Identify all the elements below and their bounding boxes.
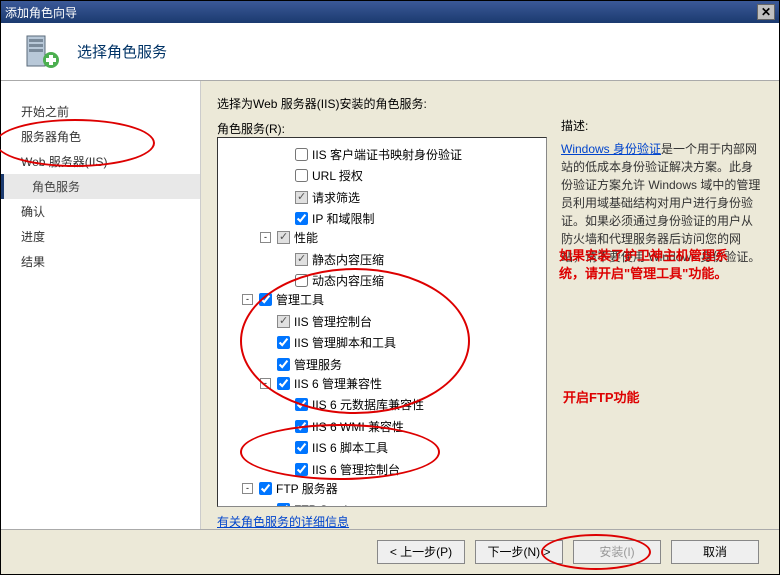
tree-item-8[interactable]: IIS 管理控制台: [260, 313, 372, 330]
tree-label: IIS 6 管理兼容性: [294, 375, 382, 392]
tree-label: 静态内容压缩: [312, 251, 384, 268]
tree-checkbox[interactable]: [295, 441, 308, 454]
cancel-button[interactable]: 取消: [671, 540, 759, 564]
tree-checkbox[interactable]: [277, 358, 290, 371]
more-info-link[interactable]: 有关角色服务的详细信息: [217, 513, 349, 530]
description-link[interactable]: Windows 身份验证: [561, 142, 661, 156]
tree-item-13[interactable]: IIS 6 WMI 兼容性: [278, 418, 404, 435]
tree-item-12[interactable]: IIS 6 元数据库兼容性: [278, 396, 424, 413]
sidebar-item-5[interactable]: 进度: [1, 224, 200, 249]
tree-checkbox[interactable]: [295, 212, 308, 225]
tree-label: IP 和域限制: [312, 210, 374, 227]
tree-checkbox: [277, 315, 290, 328]
tree-checkbox[interactable]: [259, 293, 272, 306]
tree-label: IIS 6 WMI 兼容性: [312, 418, 404, 435]
instruction-text: 选择为Web 服务器(IIS)安装的角色服务:: [217, 95, 763, 112]
footer: < 上一步(P) 下一步(N) > 安装(I) 取消: [1, 529, 779, 573]
body: 开始之前服务器角色Web 服务器(IIS)角色服务确认进度结果 选择为Web 服…: [1, 81, 779, 529]
tree-checkbox[interactable]: [295, 169, 308, 182]
expand-toggle[interactable]: -: [242, 483, 253, 494]
tree-label: URL 授权: [312, 167, 363, 184]
tree-item-10[interactable]: 管理服务: [260, 356, 342, 373]
tree-label: IIS 管理脚本和工具: [294, 334, 396, 351]
annotation-ftp: 开启FTP功能: [563, 389, 640, 407]
tree-label: FTP 服务器: [276, 480, 338, 497]
tree-checkbox: [295, 253, 308, 266]
role-services-tree[interactable]: IIS 客户端证书映射身份验证 URL 授权请求筛选 IP 和域限制 - 性能静态内容压…: [217, 137, 547, 507]
install-button: 安装(I): [573, 540, 661, 564]
tree-label: FTP Service: [294, 503, 360, 508]
expand-toggle[interactable]: -: [260, 232, 271, 243]
tree-checkbox: [295, 191, 308, 204]
tree-label: 性能: [294, 229, 318, 246]
tree-item-14[interactable]: IIS 6 脚本工具: [278, 439, 388, 456]
tree-item-4[interactable]: - 性能: [260, 229, 318, 246]
prev-button[interactable]: < 上一步(P): [377, 540, 465, 564]
tree-item-11[interactable]: - IIS 6 管理兼容性: [260, 375, 382, 392]
tree-item-2[interactable]: 请求筛选: [278, 189, 360, 206]
tree-checkbox[interactable]: [295, 463, 308, 476]
tree-label: IIS 管理控制台: [294, 313, 372, 330]
tree-checkbox[interactable]: [277, 503, 290, 507]
close-button[interactable]: ✕: [757, 4, 775, 20]
next-button[interactable]: 下一步(N) >: [475, 540, 563, 564]
description-title: 描述:: [561, 117, 761, 134]
expand-toggle[interactable]: -: [260, 378, 271, 389]
titlebar: 添加角色向导 ✕: [1, 1, 779, 23]
sidebar-item-3[interactable]: 角色服务: [1, 174, 200, 199]
tree-label: IIS 6 元数据库兼容性: [312, 396, 424, 413]
tree-label: IIS 客户端证书映射身份验证: [312, 146, 462, 163]
tree-label: 管理工具: [276, 291, 324, 308]
tree-label: IIS 6 脚本工具: [312, 439, 388, 456]
tree-checkbox[interactable]: [295, 274, 308, 287]
tree-item-9[interactable]: IIS 管理脚本和工具: [260, 334, 396, 351]
sidebar: 开始之前服务器角色Web 服务器(IIS)角色服务确认进度结果: [1, 81, 201, 529]
tree-label: 请求筛选: [312, 189, 360, 206]
description-text: Windows 身份验证是一个用于内部网站的低成本身份验证解决方案。此身份验证方…: [561, 140, 761, 266]
tree-checkbox[interactable]: [295, 148, 308, 161]
tree-checkbox[interactable]: [259, 482, 272, 495]
description-body: 是一个用于内部网站的低成本身份验证解决方案。此身份验证方案允许 Windows …: [561, 142, 760, 264]
tree-item-16[interactable]: - FTP 服务器: [242, 480, 338, 497]
sidebar-item-2[interactable]: Web 服务器(IIS): [1, 149, 200, 174]
sidebar-item-4[interactable]: 确认: [1, 199, 200, 224]
description-panel: 描述: Windows 身份验证是一个用于内部网站的低成本身份验证解决方案。此身…: [561, 117, 761, 266]
tree-item-1[interactable]: URL 授权: [278, 167, 363, 184]
wizard-window: 添加角色向导 ✕ 选择角色服务 开始之前服务器角色Web 服务器(IIS)角色服…: [0, 0, 780, 575]
tree-label: IIS 6 管理控制台: [312, 461, 400, 478]
tree-checkbox[interactable]: [295, 420, 308, 433]
header: 选择角色服务: [1, 23, 779, 81]
tree-item-3[interactable]: IP 和域限制: [278, 210, 374, 227]
tree-item-5[interactable]: 静态内容压缩: [278, 251, 384, 268]
sidebar-item-1[interactable]: 服务器角色: [1, 124, 200, 149]
tree-checkbox[interactable]: [277, 336, 290, 349]
tree-item-0[interactable]: IIS 客户端证书映射身份验证: [278, 146, 462, 163]
tree-label: 动态内容压缩: [312, 272, 384, 289]
tree-label: 管理服务: [294, 356, 342, 373]
main-panel: 选择为Web 服务器(IIS)安装的角色服务: 角色服务(R): IIS 客户端…: [201, 81, 779, 529]
sidebar-item-0[interactable]: 开始之前: [1, 99, 200, 124]
tree-checkbox[interactable]: [277, 377, 290, 390]
tree-checkbox: [277, 231, 290, 244]
tree-item-15[interactable]: IIS 6 管理控制台: [278, 461, 400, 478]
sidebar-item-6[interactable]: 结果: [1, 249, 200, 274]
page-title: 选择角色服务: [77, 41, 167, 62]
tree-item-7[interactable]: - 管理工具: [242, 291, 324, 308]
tree-item-6[interactable]: 动态内容压缩: [278, 272, 384, 289]
expand-toggle[interactable]: -: [242, 294, 253, 305]
server-role-icon: [21, 32, 61, 72]
tree-checkbox[interactable]: [295, 398, 308, 411]
window-title: 添加角色向导: [5, 4, 757, 21]
tree-item-17[interactable]: FTP Service: [260, 503, 360, 508]
